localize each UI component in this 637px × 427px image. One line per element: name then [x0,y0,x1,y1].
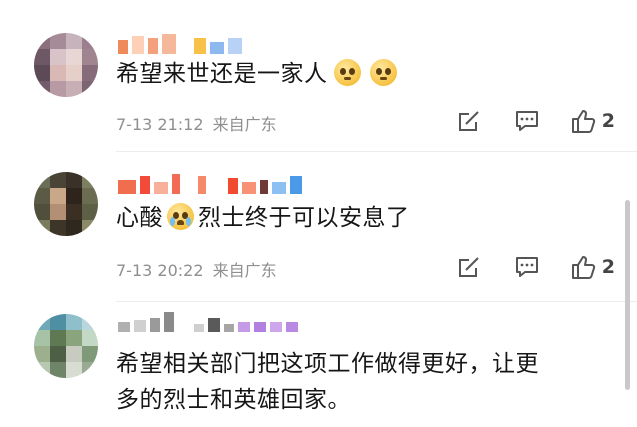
repost-button[interactable] [440,106,498,136]
comment-text: 希望来世还是一家人 [116,56,398,92]
crying-face-emoji [167,203,194,230]
thumbs-up-icon [571,256,595,279]
thumbs-up-icon [571,110,595,133]
username-mosaic[interactable] [118,32,242,54]
comment-icon [515,257,538,277]
avatar[interactable] [34,314,98,378]
comment-button[interactable] [498,252,556,282]
comment-text-line: 多的烈士和英雄回家。 [116,387,351,413]
repost-icon [458,111,479,131]
comment-button[interactable] [498,106,556,136]
like-count: 2 [601,256,615,278]
comment-location: 来自广东 [212,115,277,134]
scrollbar[interactable] [625,200,630,390]
comment-time: 7-13 21:12 [116,115,204,134]
comment-item: 心酸 烈士终于可以安息了 7-13 20:22 来自广东 2 [0,152,637,302]
comment-text-body-continued: 烈士终于可以安息了 [198,205,410,231]
comment-icon [515,111,538,131]
comment-meta: 7-13 21:12 来自广东 [116,111,277,135]
pleading-face-emoji [333,59,361,86]
avatar[interactable] [34,172,98,236]
comment-item: 希望来世还是一家人 7-13 21:12 来自广东 2 [0,0,637,152]
comment-actions: 2 [440,106,615,136]
comment-text: 希望相关部门把这项工作做得更好，让更 多的烈士和英雄回家。 [116,346,539,418]
comment-time: 7-13 20:22 [116,261,204,280]
username-mosaic[interactable] [118,310,298,332]
comment-text-line: 希望相关部门把这项工作做得更好，让更 [116,351,539,377]
like-button[interactable]: 2 [556,106,615,136]
pleading-face-emoji [369,59,397,86]
comment-item: 希望相关部门把这项工作做得更好，让更 多的烈士和英雄回家。 [0,302,637,427]
like-button[interactable]: 2 [556,252,615,282]
comment-location: 来自广东 [212,261,277,280]
comment-meta: 7-13 20:22 来自广东 [116,257,277,281]
comment-text-body: 希望来世还是一家人 [116,61,328,87]
repost-button[interactable] [440,252,498,282]
comment-text-body: 心酸 [116,205,163,231]
username-mosaic[interactable] [118,172,302,194]
avatar[interactable] [34,33,98,97]
like-count: 2 [601,110,615,132]
repost-icon [458,257,479,277]
comment-text: 心酸 烈士终于可以安息了 [116,200,410,236]
comment-actions: 2 [440,252,615,282]
